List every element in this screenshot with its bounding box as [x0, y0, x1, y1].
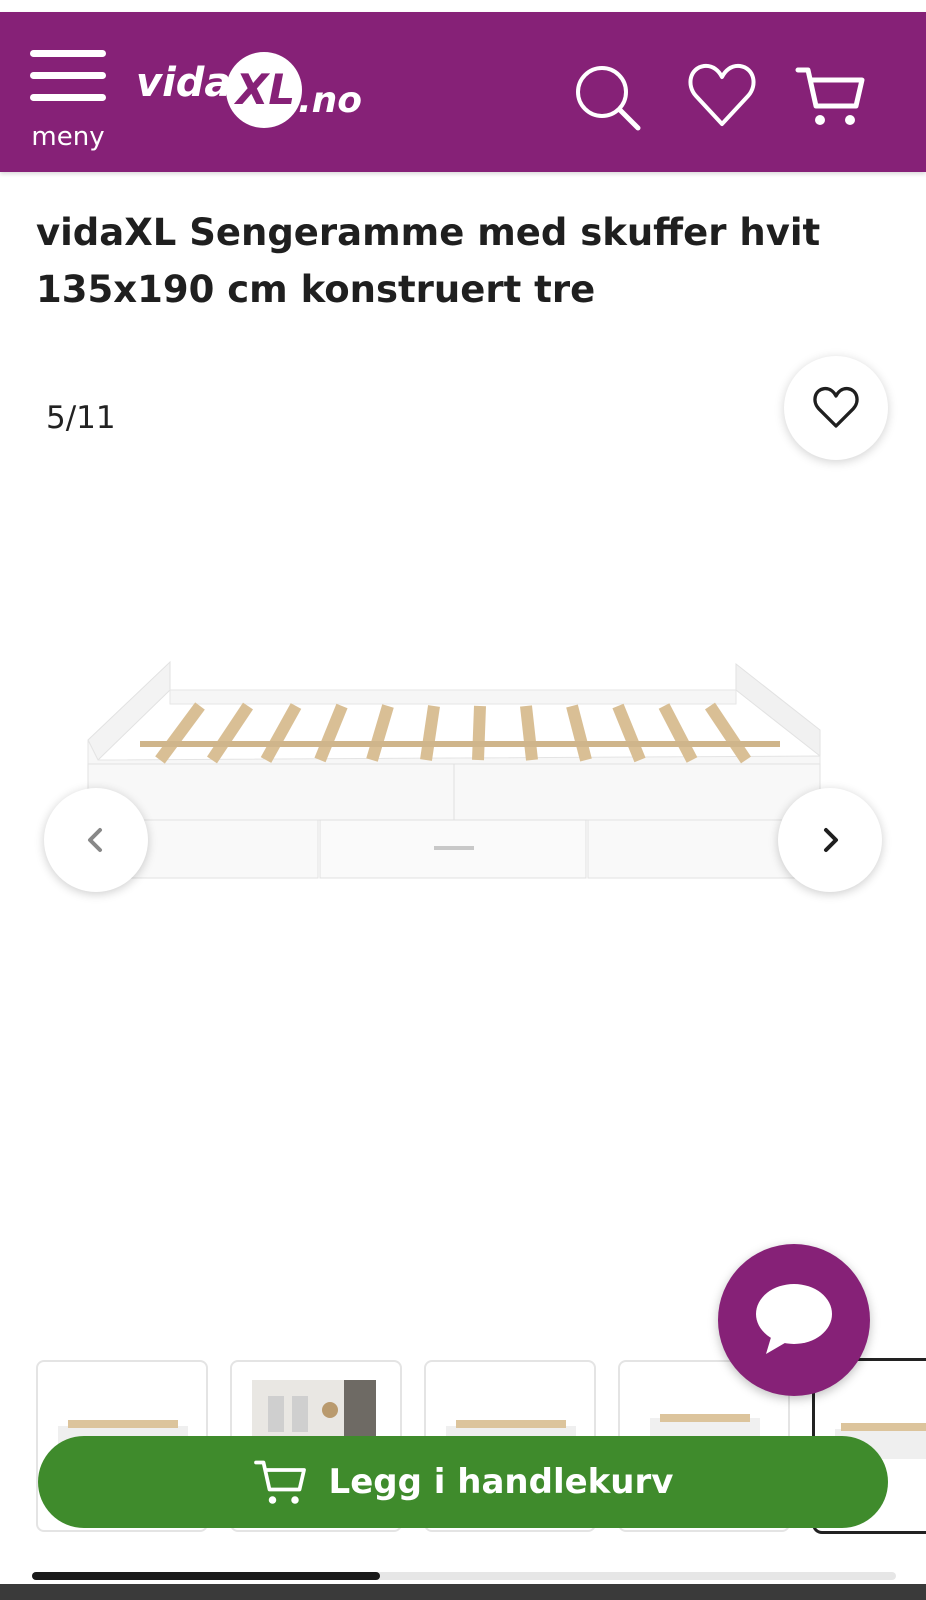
menu-icon-bar — [30, 94, 106, 101]
cart-icon — [253, 1460, 306, 1504]
heart-icon — [813, 386, 859, 428]
heart-icon[interactable] — [686, 60, 758, 132]
site-header: meny vida XL .no — [0, 12, 926, 172]
product-title-line: vidaXL Sengeramme med skuffer hvit — [36, 211, 821, 254]
chevron-left-icon — [88, 828, 102, 852]
add-to-cart-label: Legg i handlekurv — [328, 1462, 674, 1502]
svg-text:XL: XL — [233, 65, 295, 114]
gallery-counter: 5/11 — [46, 400, 116, 436]
vidaxl-logo[interactable]: vida XL .no — [136, 48, 376, 138]
menu-button[interactable]: meny — [28, 50, 108, 152]
previous-image-button[interactable] — [44, 788, 148, 892]
menu-icon — [30, 50, 106, 57]
svg-text:.no: .no — [298, 80, 362, 121]
menu-icon-bar — [30, 72, 106, 79]
svg-text:vida: vida — [136, 60, 231, 106]
chevron-right-icon — [824, 828, 838, 852]
search-icon[interactable] — [572, 60, 644, 132]
cart-icon[interactable] — [794, 60, 866, 132]
menu-label: meny — [31, 122, 105, 152]
product-image — [87, 660, 821, 879]
add-to-cart-button[interactable]: Legg i handlekurv — [38, 1436, 888, 1528]
next-image-button[interactable] — [778, 788, 882, 892]
chat-bubble-icon — [756, 1284, 832, 1354]
bottom-bar — [0, 1584, 926, 1600]
chat-button[interactable] — [718, 1244, 870, 1396]
product-title-line: 135x190 cm konstruert tre — [36, 268, 596, 311]
wishlist-button[interactable] — [784, 356, 888, 460]
horizontal-scroll-thumb[interactable] — [32, 1572, 380, 1580]
status-strip — [0, 0, 926, 12]
product-title: vidaXL Sengeramme med skuffer hvit 135x1… — [36, 204, 886, 318]
